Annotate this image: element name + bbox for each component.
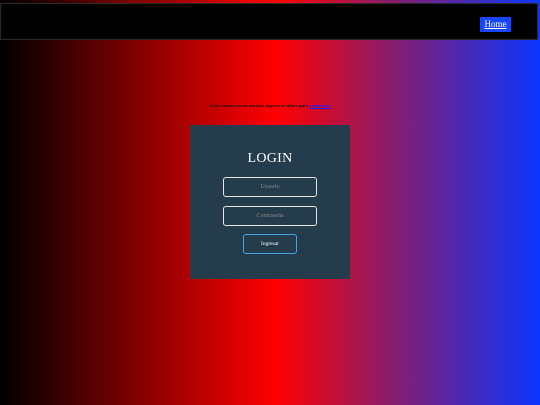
register-message-text: Si no cuenta con un usuario, ingrese al …: [209, 103, 309, 108]
login-title: LOGIN: [247, 151, 293, 166]
username-input[interactable]: [223, 177, 317, 197]
password-input[interactable]: [223, 206, 317, 226]
home-button[interactable]: Home: [480, 17, 511, 32]
top-navbar: Home: [0, 3, 538, 40]
submit-button[interactable]: Ingresar: [243, 234, 297, 254]
register-message: Si no cuenta con un usuario, ingrese al …: [0, 103, 540, 108]
login-card: LOGIN Ingresar: [190, 125, 350, 279]
register-link[interactable]: registrarse: [310, 103, 331, 108]
